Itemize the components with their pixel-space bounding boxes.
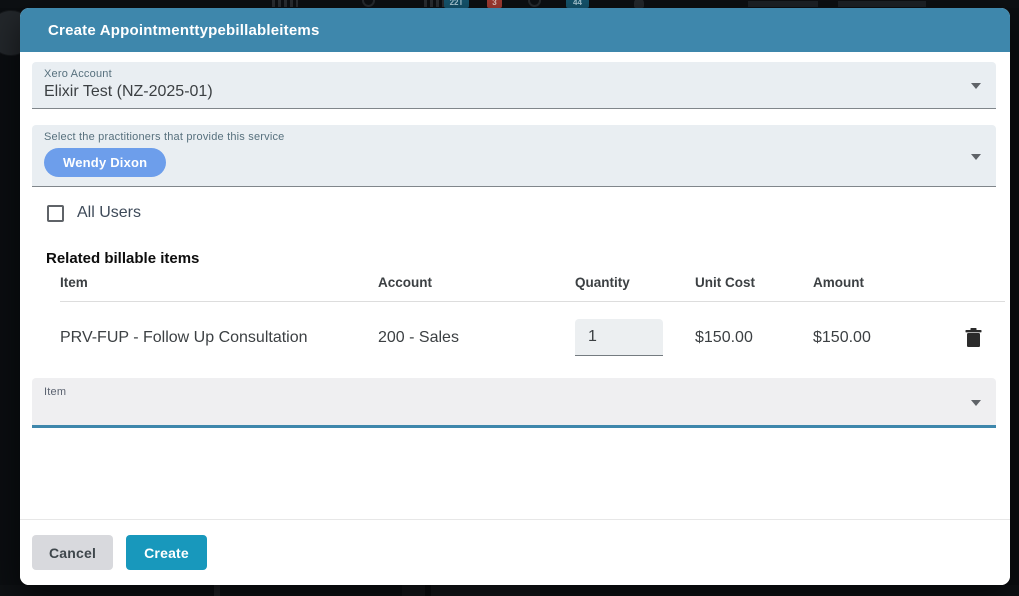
new-item-select[interactable]: Item xyxy=(32,378,996,428)
create-appointment-type-billable-items-dialog: Create Appointmenttypebillableitems Xero… xyxy=(20,8,1010,585)
row-account: 200 - Sales xyxy=(378,329,575,347)
backdrop-bottom-fragment xyxy=(214,585,220,596)
column-header-item: Item xyxy=(60,275,378,290)
practitioner-chip[interactable]: Wendy Dixon xyxy=(44,148,166,177)
calendar-icon xyxy=(272,0,298,7)
column-header-quantity: Quantity xyxy=(575,275,695,290)
delete-row-button[interactable] xyxy=(965,328,982,348)
practitioners-label: Select the practitioners that provide th… xyxy=(44,131,984,143)
xero-account-label: Xero Account xyxy=(44,68,984,80)
dialog-header: Create Appointmenttypebillableitems xyxy=(20,8,1010,52)
new-item-label: Item xyxy=(44,386,984,398)
row-amount: $150.00 xyxy=(813,329,933,347)
dialog-footer: Cancel Create xyxy=(20,519,1010,585)
table-header-row: Item Account Quantity Unit Cost Amount xyxy=(60,275,1005,302)
chevron-down-icon[interactable] xyxy=(971,400,981,411)
status-badge: 22T xyxy=(444,0,469,8)
create-button[interactable]: Create xyxy=(126,535,207,570)
cancel-button[interactable]: Cancel xyxy=(32,535,113,570)
row-unit-cost: $150.00 xyxy=(695,329,813,347)
practitioners-select[interactable]: Select the practitioners that provide th… xyxy=(32,125,996,187)
table-row: PRV-FUP - Follow Up Consultation 200 - S… xyxy=(60,302,1005,374)
search-icon xyxy=(362,0,375,7)
dialog-title: Create Appointmenttypebillableitems xyxy=(48,22,320,39)
all-users-row: All Users xyxy=(47,204,1010,222)
column-header-amount: Amount xyxy=(813,275,933,290)
xero-account-select[interactable]: Xero Account Elixir Test (NZ-2025-01) xyxy=(32,62,996,109)
chevron-down-icon[interactable] xyxy=(971,154,981,165)
xero-account-value: Elixir Test (NZ-2025-01) xyxy=(44,83,984,101)
chevron-down-icon[interactable] xyxy=(971,83,981,94)
row-item-name: PRV-FUP - Follow Up Consultation xyxy=(60,329,378,347)
column-header-unit-cost: Unit Cost xyxy=(695,275,813,290)
backdrop-toolbar-strip: 22T 3 44 xyxy=(0,0,1019,8)
billable-items-table: Item Account Quantity Unit Cost Amount P… xyxy=(60,275,1005,374)
user-icon xyxy=(634,0,644,8)
all-users-label: All Users xyxy=(77,204,141,222)
all-users-checkbox[interactable] xyxy=(47,205,64,222)
trash-icon xyxy=(965,328,982,348)
count-badge: 44 xyxy=(566,0,589,8)
backdrop-text-fragment xyxy=(748,1,818,7)
clock-icon xyxy=(528,0,541,7)
backdrop-bottom-fragment xyxy=(402,585,540,596)
backdrop-bottom-fragment xyxy=(425,585,431,596)
column-header-account: Account xyxy=(378,275,575,290)
notification-badge: 3 xyxy=(487,0,502,8)
related-billable-items-heading: Related billable items xyxy=(46,250,1010,267)
quantity-input[interactable] xyxy=(575,319,663,356)
backdrop-text-fragment xyxy=(838,1,926,7)
backdrop-bottom-strip xyxy=(0,585,1019,596)
